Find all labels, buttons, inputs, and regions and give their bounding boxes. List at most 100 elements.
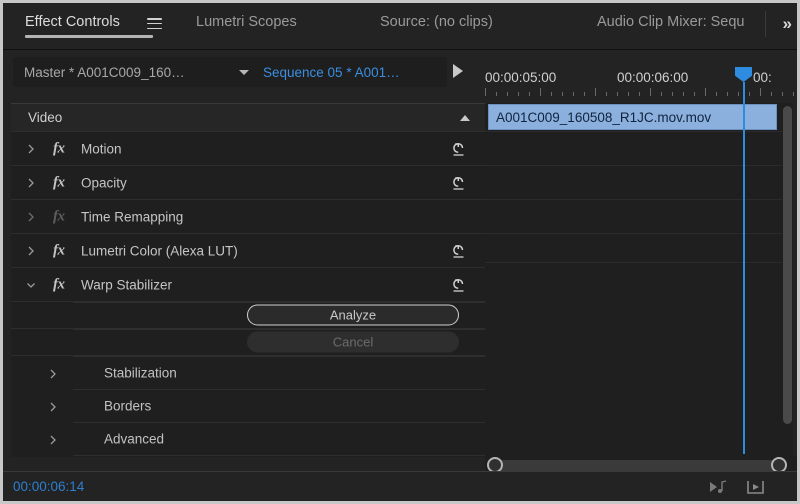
ruler-tick — [595, 88, 596, 96]
chevron-right-icon[interactable] — [47, 400, 59, 412]
chevron-right-icon[interactable] — [25, 177, 37, 189]
effect-controls-window: Effect Controls Lumetri Scopes Source: (… — [0, 0, 800, 504]
chevron-right-icon[interactable] — [47, 367, 59, 379]
effect-label-opacity: Opacity — [81, 175, 127, 190]
effect-controls-list: Video fx Motion fx Opacity fx Time Remap… — [11, 103, 485, 457]
effect-row-warp-stabilizer[interactable]: fx Warp Stabilizer — [11, 268, 485, 302]
fx-icon: fx — [53, 174, 65, 190]
ruler-tick-marks — [485, 88, 797, 96]
double-chevron-right-icon[interactable]: » — [783, 14, 793, 34]
master-clip-selector[interactable]: Master * A001C009_160… — [13, 57, 233, 87]
timeline-gridline — [485, 131, 782, 132]
effect-row-lumetri-color[interactable]: fx Lumetri Color (Alexa LUT) — [11, 234, 485, 268]
trailing-row — [11, 455, 485, 457]
ruler-tick — [562, 92, 563, 96]
play-audio-icon[interactable] — [705, 478, 731, 496]
reset-arrow-icon[interactable] — [450, 141, 467, 157]
ruler-tick — [683, 92, 684, 96]
timeline-gridline — [485, 233, 782, 234]
reset-arrow-icon[interactable] — [450, 175, 467, 191]
fx-icon: fx — [53, 276, 65, 292]
vertical-scrollbar-thumb[interactable] — [783, 106, 792, 424]
master-dropdown-button[interactable] — [231, 57, 257, 87]
triangle-up-icon[interactable] — [460, 115, 470, 121]
tab-source[interactable]: Source: (no clips) — [380, 14, 493, 30]
timeline-gridline — [485, 262, 782, 263]
reset-arrow-icon[interactable] — [450, 277, 467, 293]
playhead-line — [743, 82, 745, 454]
ruler-tick — [749, 92, 750, 96]
chevron-right-icon[interactable] — [25, 245, 37, 257]
tab-divider — [765, 11, 766, 37]
video-group-label: Video — [28, 110, 63, 125]
chevron-right-icon[interactable] — [25, 143, 37, 155]
ruler-tick — [650, 88, 651, 96]
ruler-tick — [507, 92, 508, 96]
fx-icon: fx — [53, 208, 65, 224]
chevron-right-icon[interactable] — [25, 211, 37, 223]
vertical-scrollbar[interactable] — [782, 103, 793, 457]
section-label-borders: Borders — [104, 398, 152, 413]
reset-arrow-icon[interactable] — [450, 243, 467, 259]
current-timecode[interactable]: 00:00:06:14 — [13, 479, 84, 494]
effect-timeline-pane[interactable]: A001C009_160508_R1JC.mov.mov — [485, 103, 782, 457]
chevron-down-icon[interactable] — [25, 279, 37, 291]
fx-icon: fx — [53, 140, 65, 156]
tab-lumetri-scopes[interactable]: Lumetri Scopes — [196, 14, 297, 30]
row-divider — [73, 302, 485, 303]
section-label-advanced: Advanced — [104, 431, 165, 446]
ruler-tick — [672, 92, 673, 96]
ruler-tick — [518, 92, 519, 96]
ruler-tick — [639, 92, 640, 96]
effect-row-opacity[interactable]: fx Opacity — [11, 166, 485, 200]
effect-row-time-remapping[interactable]: fx Time Remapping — [11, 200, 485, 234]
ruler-tick — [529, 92, 530, 96]
timeline-gridline — [485, 199, 782, 200]
ruler-label-1: 00:00:05:00 — [485, 70, 557, 85]
row-divider — [73, 356, 485, 357]
ruler-tick — [540, 88, 541, 96]
ruler-tick — [705, 88, 706, 96]
tab-effect-controls[interactable]: Effect Controls — [25, 14, 120, 30]
analyze-button[interactable]: Analyze — [247, 304, 459, 326]
ruler-tick — [628, 92, 629, 96]
row-divider — [73, 329, 485, 330]
section-row-stabilization[interactable]: Stabilization — [11, 356, 485, 389]
clip-name-bar[interactable]: A001C009_160508_R1JC.mov.mov — [488, 104, 777, 130]
panel-tab-bar: Effect Controls Lumetri Scopes Source: (… — [3, 3, 797, 50]
ruler-tick — [694, 92, 695, 96]
chevron-right-icon[interactable] — [47, 433, 59, 445]
active-tab-underline — [25, 35, 153, 38]
analyze-button-row: Analyze — [11, 302, 485, 329]
ruler-tick — [760, 88, 761, 96]
effect-label-motion: Motion — [81, 141, 122, 156]
chevron-down-icon — [239, 69, 249, 75]
horizontal-scrollbar-track[interactable] — [491, 460, 781, 471]
ruler-tick — [716, 92, 717, 96]
row-divider — [73, 422, 485, 423]
ruler-tick — [782, 92, 783, 96]
section-label-stabilization: Stabilization — [104, 365, 177, 380]
ruler-tick — [496, 92, 497, 96]
play-around-loop-icon[interactable] — [743, 478, 769, 496]
ruler-tick — [793, 92, 794, 96]
hamburger-menu-icon[interactable] — [147, 18, 162, 30]
cancel-button-row: Cancel — [11, 329, 485, 356]
ruler-tick — [738, 92, 739, 96]
effect-label-warp-stabilizer: Warp Stabilizer — [81, 277, 173, 292]
section-row-borders[interactable]: Borders — [11, 389, 485, 422]
section-row-advanced[interactable]: Advanced — [11, 422, 485, 455]
ruler-label-2: 00:00:06:00 — [617, 70, 689, 85]
effect-label-time-remapping: Time Remapping — [81, 209, 184, 224]
ruler-tick — [573, 92, 574, 96]
row-divider — [73, 389, 485, 390]
video-group-header[interactable]: Video — [11, 104, 485, 132]
ruler-tick — [727, 92, 728, 96]
ruler-tick — [661, 92, 662, 96]
play-triangle-icon[interactable] — [453, 64, 463, 78]
tab-audio-clip-mixer[interactable]: Audio Clip Mixer: Sequ — [597, 14, 745, 30]
effect-label-lumetri-color: Lumetri Color (Alexa LUT) — [81, 243, 238, 258]
sequence-clip-selector[interactable]: Sequence 05 * A001… — [257, 57, 447, 87]
ruler-tick — [584, 92, 585, 96]
effect-row-motion[interactable]: fx Motion — [11, 132, 485, 166]
